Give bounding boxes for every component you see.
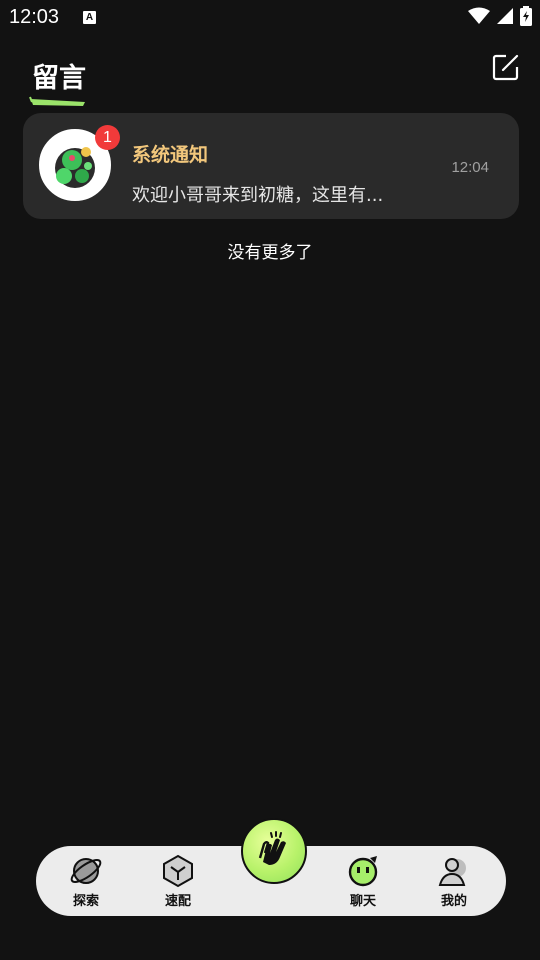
system-icons bbox=[468, 6, 532, 26]
unread-badge: 1 bbox=[95, 125, 120, 150]
page-title: 留言 bbox=[32, 63, 86, 94]
battery-icon bbox=[520, 6, 532, 26]
compose-icon[interactable] bbox=[492, 53, 520, 81]
conversation-item-system-notice[interactable]: 1 系统通知 欢迎小哥哥来到初糖，这里有... 12:04 bbox=[23, 113, 519, 219]
wifi-icon bbox=[468, 7, 490, 24]
cube-icon bbox=[163, 854, 193, 888]
conversation-preview: 欢迎小哥哥来到初糖，这里有... bbox=[132, 185, 384, 206]
status-bar: 12:03 A bbox=[0, 0, 540, 36]
tab-label: 我的 bbox=[440, 894, 467, 909]
no-more-text: 没有更多了 bbox=[227, 243, 313, 263]
system-nav-area bbox=[0, 930, 540, 960]
signal-icon bbox=[497, 8, 513, 24]
tab-match[interactable]: 速配 bbox=[148, 854, 208, 914]
status-time: 12:03 bbox=[9, 6, 60, 28]
planet-icon bbox=[70, 858, 102, 884]
tab-explore[interactable]: 探索 bbox=[56, 854, 116, 914]
title-underline bbox=[29, 96, 85, 106]
tab-label: 聊天 bbox=[349, 894, 376, 909]
chat-face-icon bbox=[348, 856, 378, 887]
clapping-hands-icon bbox=[258, 831, 286, 865]
tab-label: 速配 bbox=[164, 894, 191, 909]
tab-label: 探索 bbox=[72, 894, 99, 909]
tab-profile[interactable]: 我的 bbox=[424, 854, 484, 914]
profile-icon bbox=[438, 858, 466, 886]
clap-match-button[interactable] bbox=[241, 818, 307, 884]
conversation-time: 12:04 bbox=[451, 159, 489, 176]
a-icon: A bbox=[83, 11, 96, 24]
conversation-name: 系统通知 bbox=[132, 144, 209, 166]
tab-chat[interactable]: 聊天 bbox=[333, 854, 393, 914]
